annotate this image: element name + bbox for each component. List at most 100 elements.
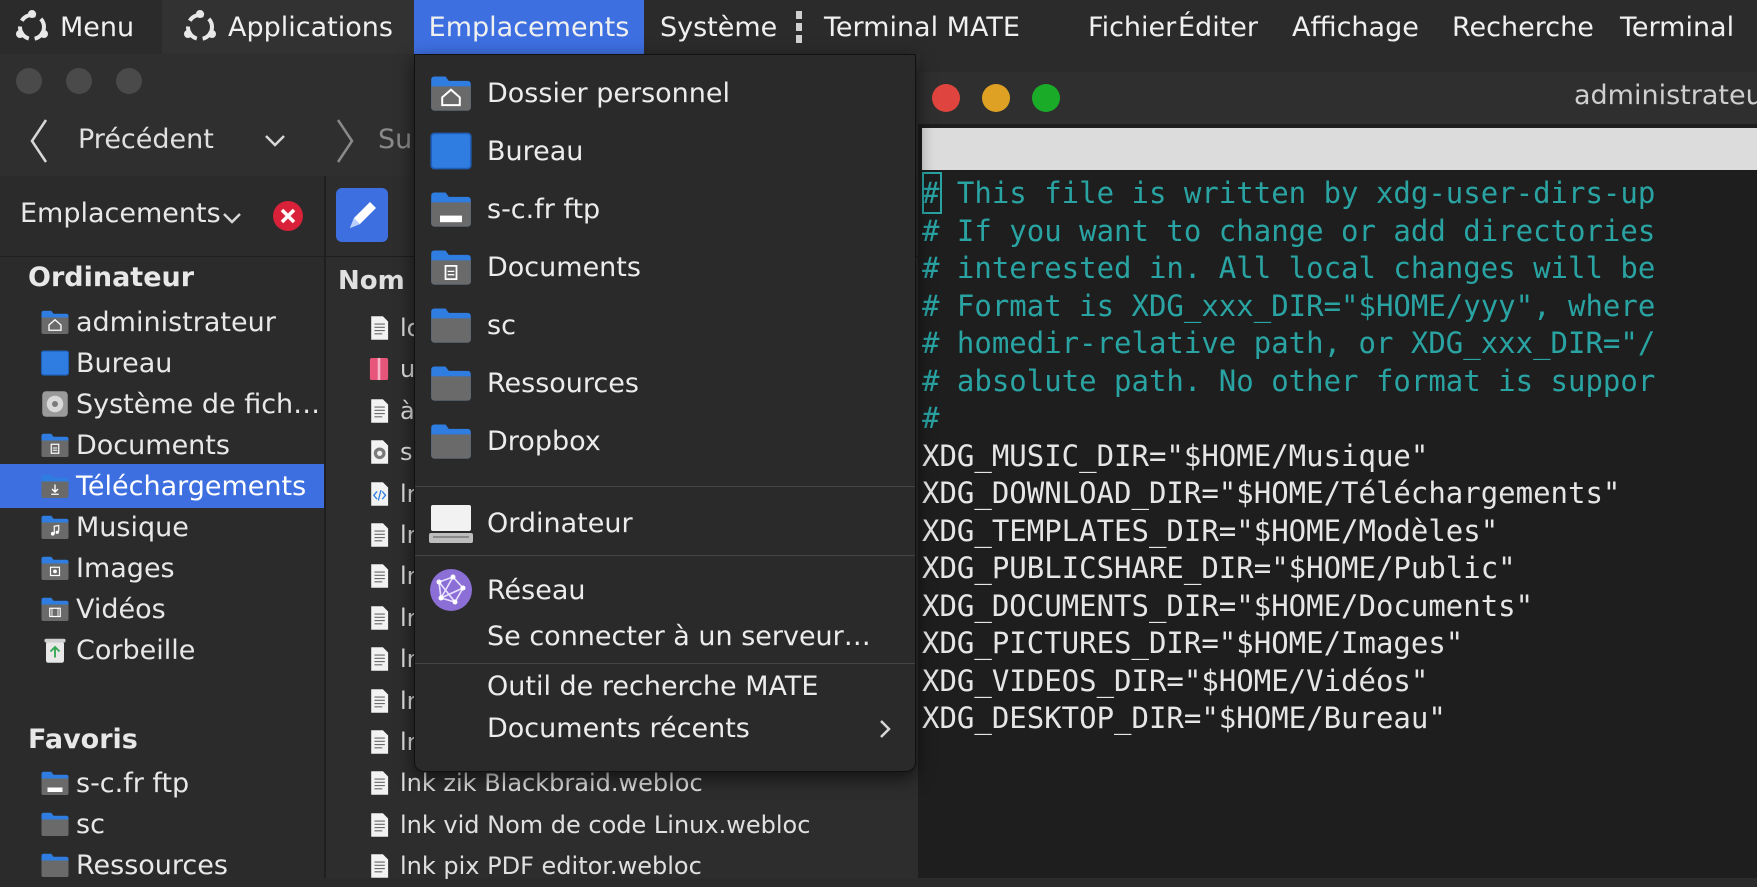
sidebar-item[interactable]: Musique — [0, 505, 324, 549]
menu-item-label: Se connecter à un serveur… — [487, 620, 871, 652]
menu-item-label: sc — [487, 309, 516, 341]
menu-terminal[interactable]: Terminal — [1620, 0, 1734, 54]
menu-item-place[interactable]: Ressources — [415, 355, 915, 411]
menu-item-place[interactable]: Bureau — [415, 123, 915, 179]
chevron-down-icon[interactable] — [222, 212, 242, 224]
config-line: XDG_MUSIC_DIR="$HOME/Musique" — [922, 438, 1429, 473]
sidebar-item[interactable]: Téléchargements — [0, 464, 324, 508]
sidebar-item[interactable]: Images — [0, 546, 324, 590]
sidebar: Emplacements Ordinateur administrateur Bu… — [0, 176, 326, 881]
config-line: XDG_TEMPLATES_DIR="$HOME/Modèles" — [922, 513, 1499, 548]
menu-separator — [415, 555, 915, 556]
desktop-icon — [429, 129, 473, 173]
sidebar-item[interactable]: administrateur — [0, 300, 324, 344]
forward-label[interactable]: Su — [378, 124, 412, 155]
sidebar-item-label: s-c.fr ftp — [76, 767, 190, 799]
sidebar-title[interactable]: Emplacements — [20, 198, 221, 229]
terminal-maximize-button[interactable] — [1032, 84, 1060, 112]
active-window-title: Terminal MATE — [824, 11, 1020, 43]
file-name: u — [400, 355, 416, 384]
forward-button[interactable] — [334, 118, 356, 164]
documents-folder-icon — [429, 245, 473, 289]
edit-location-button[interactable] — [336, 188, 388, 242]
close-sidebar-icon[interactable] — [272, 200, 304, 232]
config-line: XDG_DOWNLOAD_DIR="$HOME/Téléchargements" — [922, 476, 1621, 510]
menu-item-place[interactable]: Documents — [415, 239, 915, 295]
sidebar-item[interactable]: Bureau — [0, 341, 324, 385]
archive-file-icon — [366, 356, 392, 382]
chevron-right-icon — [879, 719, 891, 739]
menu-item-label: Dossier personnel — [487, 77, 731, 109]
menu-item-place[interactable]: Dossier personnel — [415, 65, 915, 121]
text-file-icon — [366, 853, 392, 879]
home-folder-icon — [429, 71, 473, 115]
text-file-icon — [366, 522, 392, 548]
menu-editer[interactable]: Éditer — [1178, 0, 1258, 54]
file-row[interactable]: u — [366, 349, 415, 389]
menu-item-connect-server[interactable]: Se connecter à un serveur… — [415, 613, 915, 659]
sidebar-item[interactable]: Système de fich… — [0, 382, 324, 426]
system-menu[interactable]: Système — [660, 0, 777, 54]
menu-item-label: Ressources — [487, 367, 639, 399]
sidebar-item[interactable]: Corbeille — [0, 628, 324, 672]
places-menu[interactable]: Emplacements — [414, 0, 644, 54]
disc-file-icon — [366, 439, 392, 465]
menu-item-label: Documents — [487, 251, 641, 283]
sidebar-item[interactable]: Ressources — [0, 843, 324, 887]
text-file-icon — [366, 646, 392, 672]
column-name-header[interactable]: Nom — [338, 266, 405, 296]
computer-icon — [429, 501, 473, 545]
window-minimize-button[interactable] — [66, 68, 92, 94]
section-favorites: Favoris — [28, 724, 138, 755]
file-row[interactable]: s — [366, 432, 413, 472]
main-menu-label: Menu — [60, 11, 135, 43]
menu-item-place[interactable]: sc — [415, 297, 915, 353]
text-file-icon — [366, 398, 392, 424]
network-folder-icon — [429, 187, 473, 231]
back-label[interactable]: Précédent — [78, 124, 214, 155]
window-maximize-button[interactable] — [116, 68, 142, 94]
music-folder-icon — [40, 512, 70, 542]
menu-item-search-tool[interactable]: Outil de recherche MATE — [415, 665, 915, 707]
main-menu-button[interactable]: Menu — [14, 0, 134, 54]
window-close-button[interactable] — [16, 68, 42, 94]
menu-recherche[interactable]: Recherche — [1452, 0, 1594, 54]
terminal-minimize-button[interactable] — [982, 84, 1010, 112]
desktop-icon — [40, 348, 70, 378]
back-button[interactable] — [28, 118, 50, 164]
menu-item-recent-documents[interactable]: Documents récents — [415, 707, 915, 749]
config-line: XDG_PICTURES_DIR="$HOME/Images" — [922, 626, 1464, 660]
system-label: Système — [660, 11, 778, 43]
file-row[interactable]: lnk pix PDF editor.webloc — [366, 846, 702, 886]
menu-affichage[interactable]: Affichage — [1292, 0, 1419, 54]
folder-icon — [429, 361, 473, 405]
config-comment-line: # This file is written by xdg-user-dirs-… — [922, 176, 1656, 210]
file-row[interactable]: à — [366, 391, 415, 431]
panel-handle[interactable] — [794, 0, 804, 54]
home-folder-icon — [40, 307, 70, 337]
config-comment-line: # If you want to change or add directori… — [922, 213, 1656, 248]
network-folder-icon — [40, 768, 70, 798]
sidebar-item[interactable]: Documents — [0, 423, 324, 467]
sidebar-item-label: sc — [76, 808, 105, 840]
sidebar-item[interactable]: s-c.fr ftp — [0, 761, 324, 805]
menu-separator — [415, 486, 915, 487]
menu-item-computer[interactable]: Ordinateur — [415, 491, 915, 555]
places-dropdown-menu: Dossier personnel Bureau s-c.fr ftp Documen… — [414, 54, 916, 772]
menu-item-label: Documents récents — [487, 712, 750, 744]
sidebar-item-label: Corbeille — [76, 634, 196, 666]
terminal-close-button[interactable] — [932, 84, 960, 112]
menu-item-place[interactable]: Dropbox — [415, 413, 915, 469]
menu-item-place[interactable]: s-c.fr ftp — [415, 181, 915, 237]
sidebar-item[interactable]: Vidéos — [0, 587, 324, 631]
sidebar-item[interactable]: sc — [0, 802, 324, 846]
applications-menu[interactable]: Applications — [162, 0, 414, 54]
menu-fichier[interactable]: Fichier — [1088, 0, 1176, 54]
file-row[interactable]: lnk vid Nom de code Linux.webloc — [366, 805, 810, 845]
history-dropdown[interactable] — [264, 134, 286, 148]
terminal-titlebar: administrateu — [918, 72, 1757, 124]
menu-separator — [415, 663, 915, 664]
folder-icon — [40, 850, 70, 880]
text-file-icon — [366, 688, 392, 714]
mate-logo-icon — [14, 9, 50, 45]
